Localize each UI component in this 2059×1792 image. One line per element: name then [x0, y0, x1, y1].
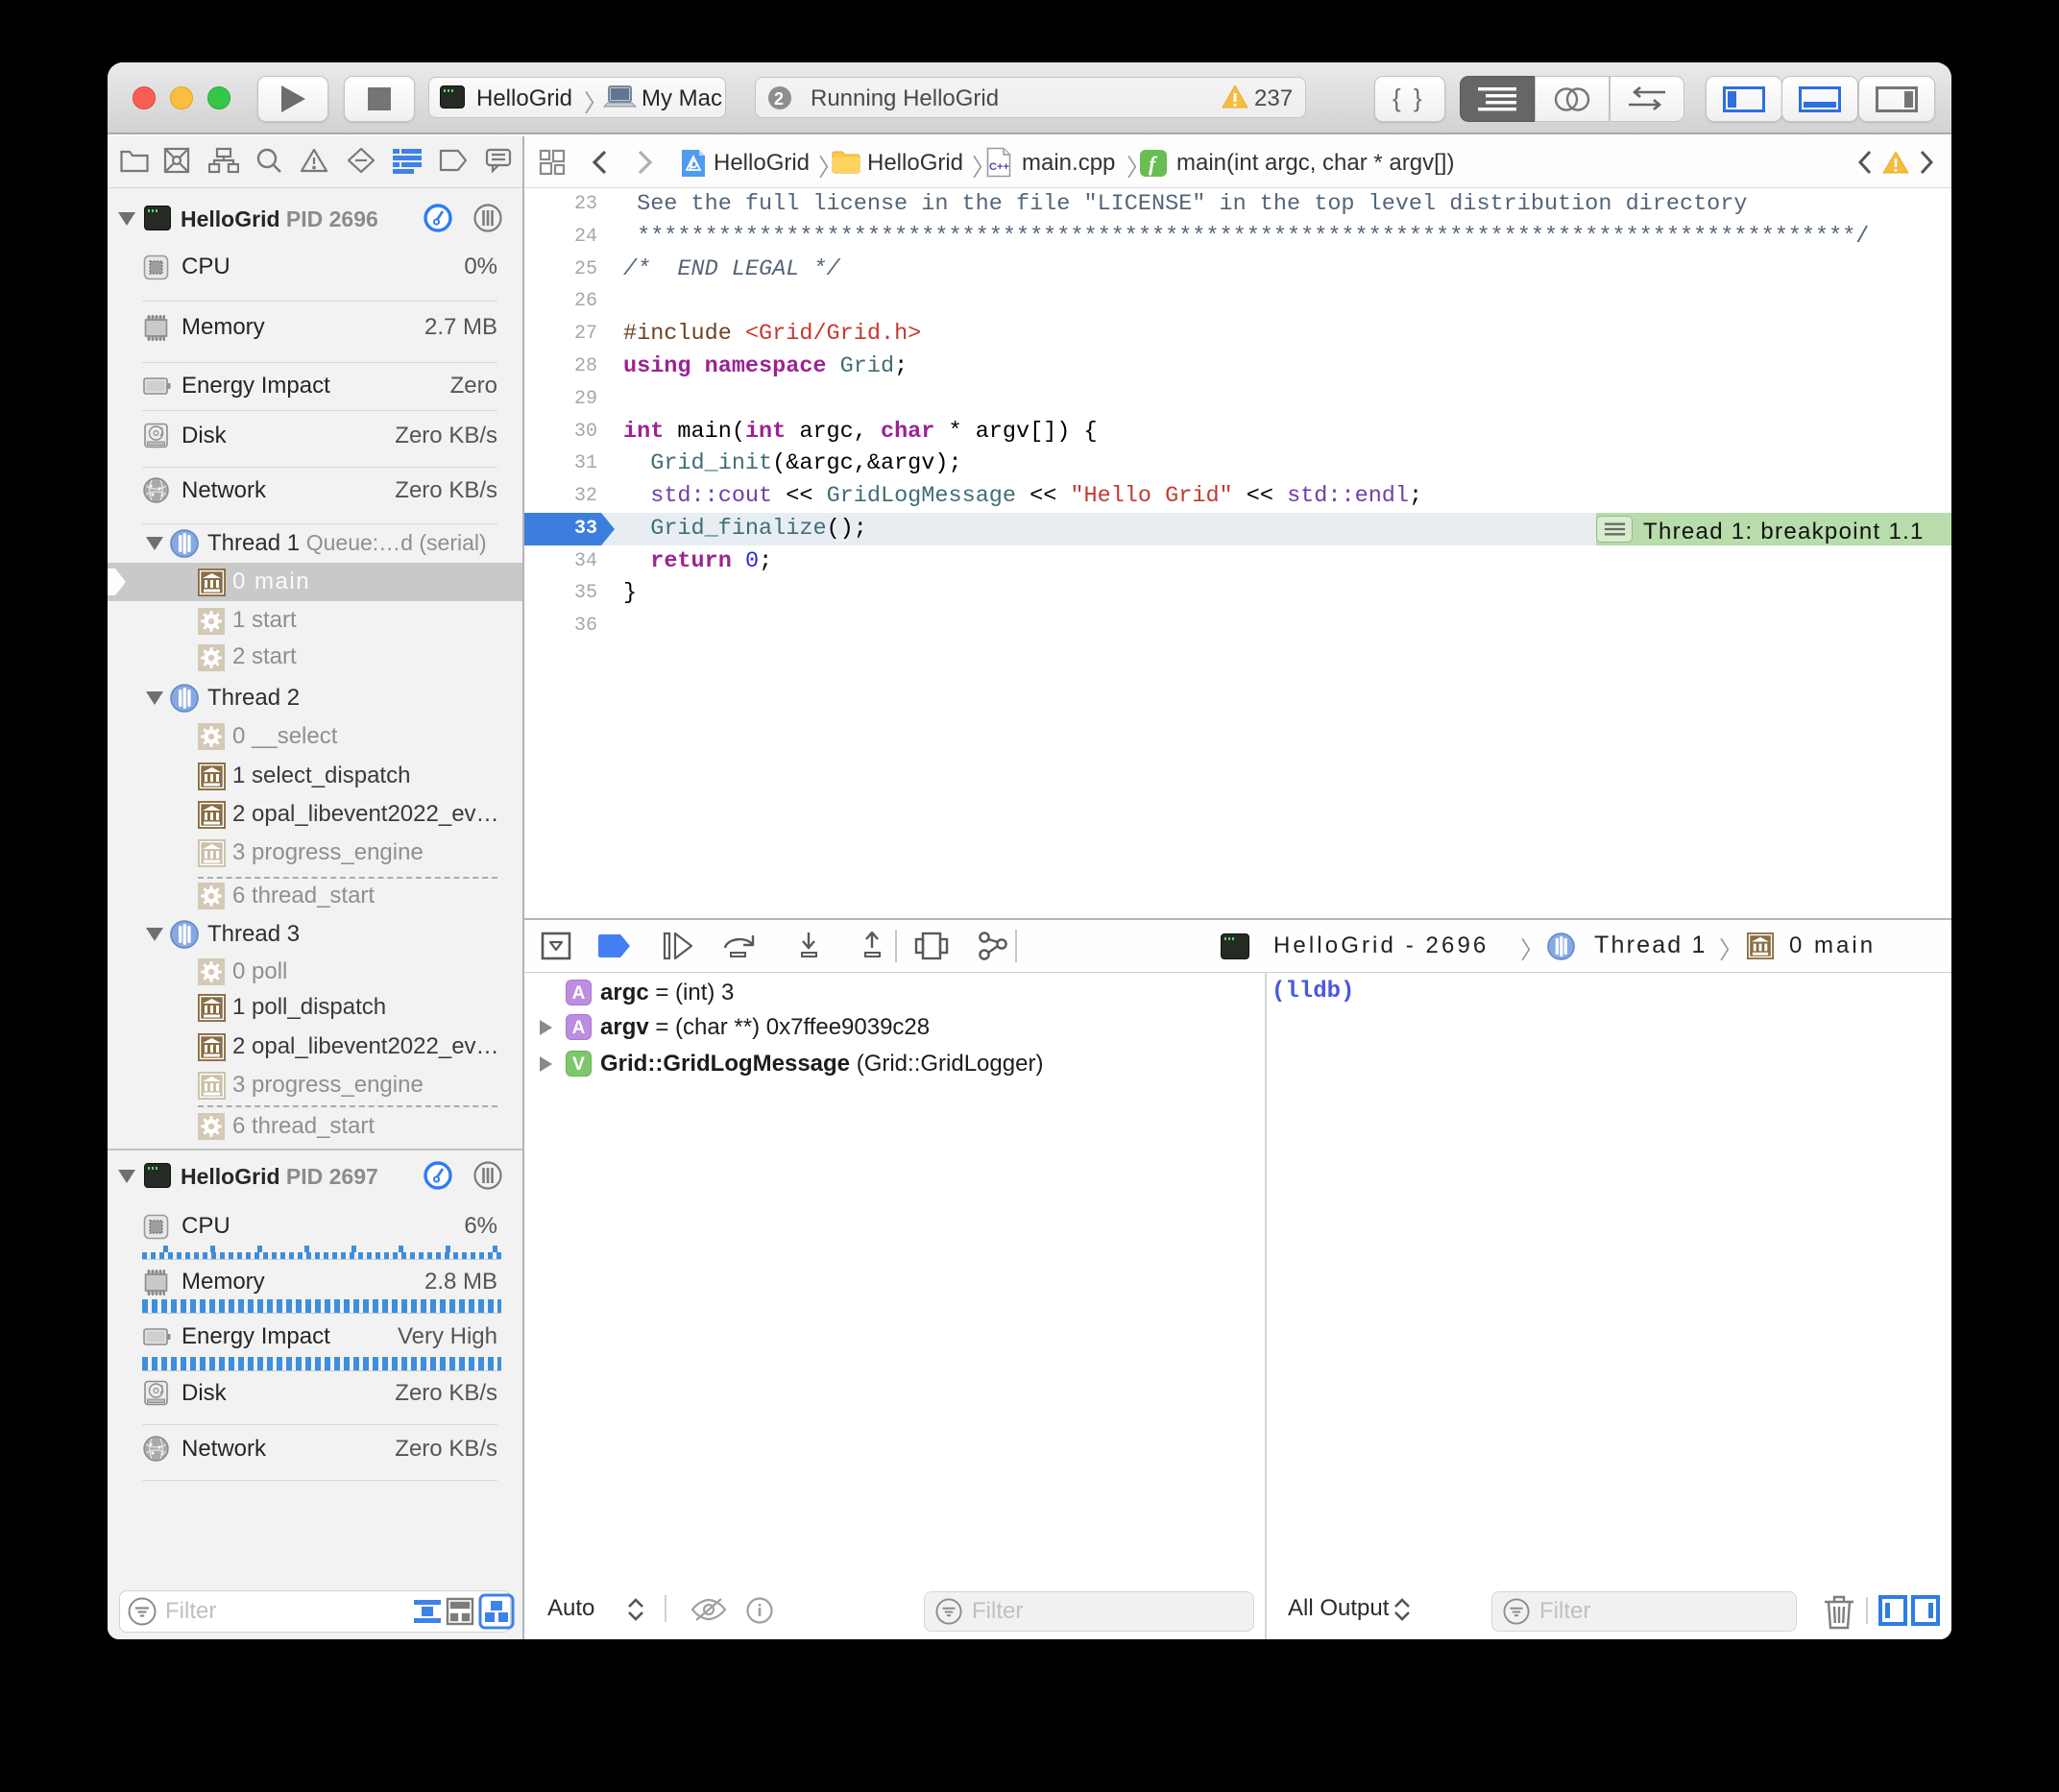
- svg-text:C++: C++: [989, 161, 1009, 173]
